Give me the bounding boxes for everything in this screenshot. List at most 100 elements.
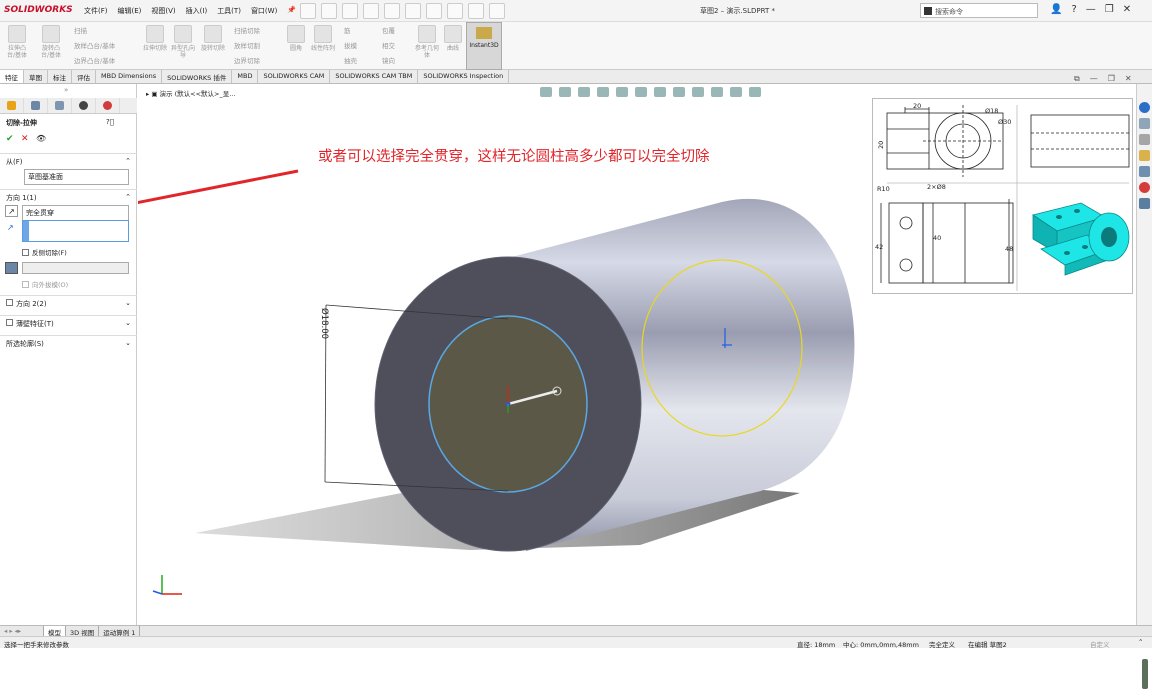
section-view-icon[interactable] (597, 87, 609, 97)
zoom-fit-icon[interactable] (540, 87, 552, 97)
options-icon[interactable] (489, 3, 505, 19)
menu-insert[interactable]: 插入(I) (186, 6, 208, 16)
menu-window[interactable]: 窗口(W) (251, 6, 277, 16)
help-icon[interactable]: ? (1071, 4, 1076, 15)
search-input[interactable]: 搜索命令 (920, 3, 1038, 18)
lofted-cut-button[interactable]: 放样切割 (234, 40, 260, 50)
flip-side-checkbox[interactable]: 反侧切除(F) (22, 247, 67, 257)
help-icon[interactable]: ?⃝ (106, 118, 114, 126)
extrude-boss-button[interactable]: 拉伸凸台/基体 (4, 25, 30, 59)
cancel-icon[interactable]: ✕ (21, 134, 29, 144)
revolve-boss-button[interactable]: 旋转凸台/基体 (38, 25, 64, 59)
curves-button[interactable]: 曲线 (440, 25, 466, 52)
tab-cam-tbm[interactable]: SOLIDWORKS CAM TBM (330, 70, 419, 83)
tab-3d-views[interactable]: 3D 视图 (66, 626, 100, 637)
scroll-handle-icon[interactable] (1141, 659, 1148, 689)
close-icon[interactable]: ✕ (1123, 4, 1131, 15)
viewport-close-icon[interactable]: ✕ (1125, 74, 1132, 84)
tab-mbd-dimensions[interactable]: MBD Dimensions (96, 70, 163, 83)
feature-breadcrumb[interactable]: ▸ ▣ 演示 (默认<<默认>_显... (146, 88, 235, 98)
display-style-icon[interactable] (654, 87, 666, 97)
minimize-icon[interactable]: — (1086, 4, 1096, 15)
tab-model[interactable]: 模型 (44, 626, 66, 637)
linear-pattern-button[interactable]: 线性阵列 (310, 25, 336, 52)
loft-button[interactable]: 放样凸台/基体 (74, 40, 115, 50)
tab-motion-study[interactable]: 运动算例 1 (99, 626, 141, 637)
view-orientation-icon[interactable] (635, 87, 647, 97)
pin-icon[interactable]: 📌 (287, 6, 296, 16)
boundary-cut-button[interactable]: 边界切除 (234, 55, 260, 65)
previous-view-icon[interactable] (578, 87, 590, 97)
zoom-area-icon[interactable] (559, 87, 571, 97)
select-icon[interactable] (426, 3, 442, 19)
draft-toggle-icon[interactable] (5, 262, 18, 274)
monitor-icon[interactable] (749, 87, 761, 97)
restore-icon[interactable]: ❐ (1105, 4, 1114, 15)
solidworks-resources-icon[interactable] (1139, 102, 1150, 113)
property-manager-tab[interactable] (24, 98, 48, 113)
extrude-cut-button[interactable]: 拉伸切除 (142, 25, 168, 52)
preview-icon[interactable]: 👁 (36, 134, 46, 143)
viewport-restore-icon[interactable]: ❐ (1108, 74, 1115, 84)
swept-cut-button[interactable]: 扫描切除 (234, 25, 260, 35)
file-props-icon[interactable] (468, 3, 484, 19)
viewport-minimize-icon[interactable]: — (1090, 74, 1098, 84)
tab-markup[interactable]: 标注 (48, 70, 72, 83)
draft-angle-input[interactable] (22, 262, 129, 274)
shell-button[interactable]: 抽壳 (344, 55, 357, 65)
tab-sketch[interactable]: 草图 (24, 70, 48, 83)
status-expand-icon[interactable]: ⌃ (1138, 638, 1143, 646)
new-icon[interactable] (321, 3, 337, 19)
tab-mbd[interactable]: MBD (232, 70, 259, 83)
config-manager-tab[interactable] (48, 98, 72, 113)
direction-selection-box[interactable] (22, 220, 129, 242)
dynamic-annotation-icon[interactable] (616, 87, 628, 97)
home-icon[interactable] (300, 3, 316, 19)
boundary-boss-button[interactable]: 边界凸台/基体 (74, 55, 115, 65)
hide-show-icon[interactable] (673, 87, 685, 97)
dimxpert-tab[interactable] (72, 98, 96, 113)
open-icon[interactable] (342, 3, 358, 19)
edit-appearance-icon[interactable] (692, 87, 704, 97)
draft-outward-checkbox[interactable]: 向外拔模(O) (22, 279, 68, 289)
reverse-direction-icon[interactable]: ↗ (5, 205, 18, 217)
tab-addins[interactable]: SOLIDWORKS 插件 (162, 70, 233, 83)
solidworks-logo[interactable]: SOLIDWORKS (4, 5, 73, 15)
ok-icon[interactable]: ✔ (6, 134, 14, 144)
wrap-button[interactable]: 包覆 (382, 25, 395, 35)
direction2-section[interactable]: 方向 2(2) ⌄ (0, 295, 137, 310)
end-condition-select[interactable]: 完全贯穿 (22, 205, 129, 221)
diameter-dimension[interactable]: Ø18.00 (319, 308, 330, 339)
sweep-button[interactable]: 扫描 (74, 25, 87, 35)
mirror-button[interactable]: 镜向 (382, 55, 395, 65)
from-section[interactable]: 从(F) ⌃ (0, 153, 137, 168)
direction1-section[interactable]: 方向 1(1) ⌃ (0, 189, 137, 204)
selected-contours-section[interactable]: 所选轮廓(S) ⌄ (0, 335, 137, 350)
rib-button[interactable]: 筋 (344, 25, 351, 35)
menu-view[interactable]: 视图(V) (151, 6, 175, 16)
tab-scroll[interactable]: ◂ ▸ ◂▸ (0, 626, 44, 636)
view-palette-icon[interactable] (1139, 166, 1150, 177)
tab-features[interactable]: 特征 (0, 70, 24, 83)
instant3d-button[interactable]: Instant3D (466, 22, 502, 70)
menu-tools[interactable]: 工具(T) (217, 6, 241, 16)
collapse-handle-icon[interactable]: » (64, 86, 68, 94)
print-icon[interactable] (384, 3, 400, 19)
intersect-button[interactable]: 相交 (382, 40, 395, 50)
menu-edit[interactable]: 编辑(E) (118, 6, 142, 16)
design-library-icon[interactable] (1139, 118, 1150, 129)
user-icon[interactable]: 👤 (1050, 4, 1062, 15)
fillet-button[interactable]: 圆角 (283, 25, 309, 52)
appearances-icon[interactable] (1139, 182, 1150, 193)
custom-properties-icon[interactable] (1139, 198, 1150, 209)
display-manager-tab[interactable] (96, 98, 120, 113)
revolve-cut-button[interactable]: 旋转切除 (200, 25, 226, 52)
feature-tree-tab[interactable] (0, 98, 24, 113)
file-explorer-icon[interactable] (1139, 134, 1150, 145)
hole-wizard-button[interactable]: 异型孔向导 (170, 25, 196, 59)
scene-icon[interactable] (711, 87, 723, 97)
save-icon[interactable] (363, 3, 379, 19)
tab-inspection[interactable]: SOLIDWORKS Inspection (418, 70, 510, 83)
menu-file[interactable]: 文件(F) (84, 6, 108, 16)
thin-feature-section[interactable]: 薄壁特征(T) ⌄ (0, 315, 137, 330)
